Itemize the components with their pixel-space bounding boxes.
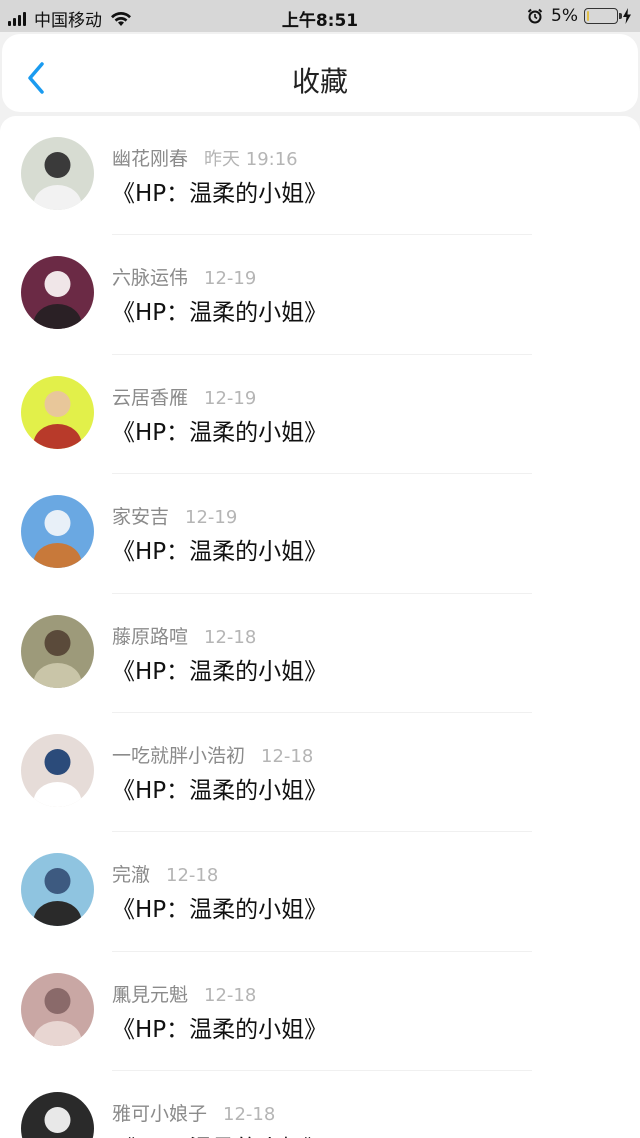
book-title[interactable]: 《HP：温柔的小姐》 — [112, 890, 327, 924]
user-name[interactable]: 藤原路喧 — [112, 626, 188, 648]
avatar[interactable] — [21, 1092, 94, 1138]
timestamp: 12-19 — [185, 507, 238, 529]
avatar-image — [21, 137, 94, 210]
user-name[interactable]: 六脉运伟 — [112, 267, 188, 289]
book-title[interactable]: 《HP：温柔的小姐》 — [112, 293, 327, 327]
book-title[interactable]: 《HP：温柔的小姐》 — [112, 1010, 327, 1044]
battery-level — [587, 11, 589, 21]
avatar-image — [21, 375, 94, 449]
alarm-icon — [527, 8, 543, 24]
avatar[interactable] — [21, 972, 94, 1046]
status-right: 5% — [527, 6, 632, 26]
item-meta: 雅可小娘子 12-18 — [112, 1099, 275, 1126]
avatar[interactable] — [21, 137, 94, 210]
list-item[interactable]: 云居香雁 12-19 《HP：温柔的小姐》 — [0, 355, 640, 475]
avatar-image — [21, 972, 94, 1046]
user-name[interactable]: 幽花刚春 — [112, 148, 188, 170]
timestamp: 昨天 19:16 — [204, 149, 298, 170]
page-title: 收藏 — [291, 65, 348, 98]
timestamp: 12-18 — [204, 984, 257, 1006]
charging-icon — [623, 8, 631, 24]
item-meta: 藤原路喧 12-18 — [112, 622, 256, 649]
avatar[interactable] — [21, 614, 94, 688]
status-bar: 中国移动 上午8:51 5% — [0, 0, 640, 32]
favorites-list: 幽花刚春 昨天 19:16 《HP：温柔的小姐》 六脉运伟 12-19 《HP：温柔的小姐… — [0, 116, 640, 1138]
user-name[interactable]: 雅可小娘子 — [112, 1103, 207, 1125]
item-meta: 一吃就胖小浩初 12-18 — [112, 741, 313, 768]
user-name[interactable]: 云居香雁 — [112, 387, 188, 409]
avatar[interactable] — [21, 495, 94, 569]
list-item[interactable]: 一吃就胖小浩初 12-18 《HP：温柔的小姐》 — [0, 713, 640, 833]
book-title[interactable]: 《HP：温柔的小姐》 — [112, 532, 327, 566]
book-title[interactable]: 《HP：温柔的小姐》 — [112, 652, 327, 686]
item-meta: 幽花刚春 昨天 19:16 — [112, 144, 298, 171]
avatar-image — [21, 256, 94, 330]
item-meta: 家安吉 12-19 — [112, 502, 237, 529]
user-name[interactable]: 家安吉 — [112, 506, 169, 528]
timestamp: 12-18 — [261, 745, 314, 767]
user-name[interactable]: 完澈 — [112, 864, 150, 886]
item-meta: 完澈 12-18 — [112, 860, 218, 887]
item-meta: 凲見元魁 12-18 — [112, 980, 256, 1007]
avatar-image — [21, 853, 94, 927]
list-item[interactable]: 六脉运伟 12-19 《HP：温柔的小姐》 — [0, 235, 640, 355]
battery-percent: 5% — [551, 6, 578, 26]
avatar-image — [21, 1092, 94, 1138]
list-item[interactable]: 凲見元魁 12-18 《HP：温柔的小姐》 — [0, 952, 640, 1072]
list-item[interactable]: 完澈 12-18 《HP：温柔的小姐》 — [0, 832, 640, 952]
avatar[interactable] — [21, 853, 94, 927]
list-item[interactable]: 家安吉 12-19 《HP：温柔的小姐》 — [0, 474, 640, 594]
timestamp: 12-19 — [204, 268, 257, 290]
avatar-image — [21, 614, 94, 688]
timestamp: 12-19 — [204, 387, 257, 409]
book-title[interactable]: 《HP：温柔的小姐》 — [112, 771, 327, 805]
avatar[interactable] — [21, 256, 94, 330]
item-meta: 六脉运伟 12-19 — [112, 263, 256, 290]
avatar[interactable] — [21, 733, 94, 807]
user-name[interactable]: 凲見元魁 — [112, 984, 188, 1006]
nav-bar: 收藏 — [2, 34, 638, 112]
book-title[interactable]: 《HP：温柔的小姐》 — [112, 413, 327, 447]
timestamp: 12-18 — [166, 865, 219, 887]
book-title[interactable]: 《HP：温柔的小姐》 — [112, 174, 327, 208]
avatar[interactable] — [21, 375, 94, 449]
item-meta: 云居香雁 12-19 — [112, 383, 256, 410]
book-title[interactable]: 《HP：温柔的小姐》 — [112, 1129, 327, 1138]
timestamp: 12-18 — [204, 626, 257, 648]
timestamp: 12-18 — [223, 1104, 276, 1126]
avatar-image — [21, 733, 94, 807]
list-item[interactable]: 雅可小娘子 12-18 《HP：温柔的小姐》 — [0, 1071, 640, 1138]
battery-icon — [584, 8, 622, 24]
list-item[interactable]: 藤原路喧 12-18 《HP：温柔的小姐》 — [0, 594, 640, 713]
avatar-image — [21, 495, 94, 569]
list-item[interactable]: 幽花刚春 昨天 19:16 《HP：温柔的小姐》 — [0, 116, 640, 236]
user-name[interactable]: 一吃就胖小浩初 — [112, 745, 245, 767]
